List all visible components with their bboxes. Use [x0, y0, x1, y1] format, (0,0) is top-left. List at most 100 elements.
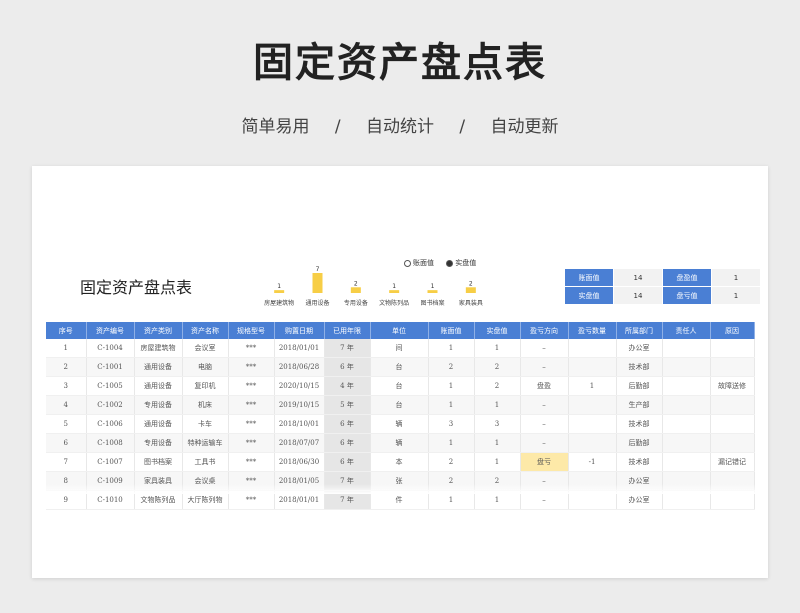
table-cell[interactable]: –: [520, 339, 569, 358]
table-cell[interactable]: 卡车: [182, 414, 229, 434]
table-cell[interactable]: ***: [228, 376, 275, 396]
table-cell[interactable]: 1: [428, 433, 475, 453]
table-cell[interactable]: 生产部: [616, 395, 663, 415]
column-header[interactable]: 实盘值: [474, 322, 521, 339]
table-cell[interactable]: 3: [46, 376, 87, 396]
table-cell[interactable]: [710, 433, 755, 453]
table-cell[interactable]: 1: [428, 376, 475, 396]
table-cell[interactable]: 技术部: [616, 414, 663, 434]
table-cell[interactable]: [662, 357, 711, 377]
table-cell[interactable]: [568, 395, 617, 415]
table-cell[interactable]: 技术部: [616, 357, 663, 377]
column-header[interactable]: 原因: [710, 322, 755, 339]
column-header[interactable]: 单位: [370, 322, 429, 339]
table-cell[interactable]: 机床: [182, 395, 229, 415]
table-cell[interactable]: 2: [474, 357, 521, 377]
table-cell[interactable]: [710, 339, 755, 358]
table-cell[interactable]: 台: [370, 357, 429, 377]
table-cell[interactable]: 6 年: [324, 452, 371, 472]
table-cell[interactable]: 通用设备: [134, 376, 183, 396]
table-cell[interactable]: 2: [428, 357, 475, 377]
table-cell[interactable]: C-1002: [86, 395, 135, 415]
column-header[interactable]: 盈亏数量: [568, 322, 617, 339]
table-cell[interactable]: 2020/10/15: [274, 376, 325, 396]
table-cell[interactable]: ***: [228, 395, 275, 415]
table-cell[interactable]: 7 年: [324, 339, 371, 358]
table-cell[interactable]: 盘盈: [520, 376, 569, 396]
table-cell[interactable]: –: [520, 395, 569, 415]
table-cell[interactable]: 后勤部: [616, 433, 663, 453]
table-cell[interactable]: 通用设备: [134, 414, 183, 434]
table-cell[interactable]: [710, 357, 755, 377]
table-cell[interactable]: 技术部: [616, 452, 663, 472]
table-cell[interactable]: ***: [228, 452, 275, 472]
table-cell[interactable]: [710, 414, 755, 434]
table-cell[interactable]: 台: [370, 395, 429, 415]
column-header[interactable]: 资产编号: [86, 322, 135, 339]
table-cell[interactable]: 7: [46, 452, 87, 472]
table-cell[interactable]: 通用设备: [134, 357, 183, 377]
table-cell[interactable]: [662, 433, 711, 453]
table-cell[interactable]: ***: [228, 339, 275, 358]
table-cell[interactable]: 3: [428, 414, 475, 434]
table-cell[interactable]: ***: [228, 433, 275, 453]
column-header[interactable]: 盈亏方向: [520, 322, 569, 339]
table-cell[interactable]: C-1008: [86, 433, 135, 453]
table-cell[interactable]: 房屋建筑物: [134, 339, 183, 358]
table-cell[interactable]: [568, 339, 617, 358]
table-cell[interactable]: –: [520, 414, 569, 434]
table-cell[interactable]: 2018/07/07: [274, 433, 325, 453]
table-cell[interactable]: 3: [474, 414, 521, 434]
table-cell[interactable]: 专用设备: [134, 395, 183, 415]
table-cell[interactable]: 漏记错记: [710, 452, 755, 472]
table-cell[interactable]: [568, 414, 617, 434]
table-cell[interactable]: 2018/01/01: [274, 339, 325, 358]
column-header[interactable]: 已用年限: [324, 322, 371, 339]
column-header[interactable]: 所属部门: [616, 322, 663, 339]
table-cell[interactable]: 1: [474, 433, 521, 453]
table-cell[interactable]: C-1005: [86, 376, 135, 396]
table-cell[interactable]: 2018/06/30: [274, 452, 325, 472]
column-header[interactable]: 规格型号: [228, 322, 275, 339]
table-cell[interactable]: 5: [46, 414, 87, 434]
table-cell[interactable]: 台: [370, 376, 429, 396]
table-cell[interactable]: 故障送修: [710, 376, 755, 396]
table-cell[interactable]: 1: [474, 395, 521, 415]
table-cell[interactable]: [662, 339, 711, 358]
column-header[interactable]: 责任人: [662, 322, 711, 339]
table-cell[interactable]: 4 年: [324, 376, 371, 396]
table-cell[interactable]: 6 年: [324, 357, 371, 377]
table-cell[interactable]: 2: [474, 376, 521, 396]
table-cell[interactable]: 间: [370, 339, 429, 358]
table-cell[interactable]: [568, 433, 617, 453]
column-header[interactable]: 资产类别: [134, 322, 183, 339]
table-cell[interactable]: 辆: [370, 414, 429, 434]
table-cell[interactable]: 本: [370, 452, 429, 472]
column-header[interactable]: 账面值: [428, 322, 475, 339]
table-cell[interactable]: 2018/10/01: [274, 414, 325, 434]
table-cell[interactable]: 2: [46, 357, 87, 377]
table-cell[interactable]: 1: [46, 339, 87, 358]
table-cell[interactable]: 1: [428, 395, 475, 415]
column-header[interactable]: 资产名称: [182, 322, 229, 339]
table-cell[interactable]: 1: [474, 452, 521, 472]
table-cell[interactable]: 2018/06/28: [274, 357, 325, 377]
table-cell[interactable]: 1: [428, 339, 475, 358]
table-cell[interactable]: ***: [228, 357, 275, 377]
table-cell[interactable]: 盘亏: [520, 452, 569, 472]
table-cell[interactable]: 5 年: [324, 395, 371, 415]
table-cell[interactable]: 专用设备: [134, 433, 183, 453]
table-cell[interactable]: 电脑: [182, 357, 229, 377]
table-cell[interactable]: 1: [568, 376, 617, 396]
column-header[interactable]: 购置日期: [274, 322, 325, 339]
table-cell[interactable]: 工具书: [182, 452, 229, 472]
table-cell[interactable]: [662, 452, 711, 472]
table-cell[interactable]: 1: [474, 339, 521, 358]
table-cell[interactable]: 图书档案: [134, 452, 183, 472]
table-cell[interactable]: –: [520, 357, 569, 377]
table-cell[interactable]: 会议室: [182, 339, 229, 358]
column-header[interactable]: 序号: [46, 322, 87, 339]
table-cell[interactable]: 6 年: [324, 433, 371, 453]
table-cell[interactable]: 6 年: [324, 414, 371, 434]
table-cell[interactable]: 4: [46, 395, 87, 415]
